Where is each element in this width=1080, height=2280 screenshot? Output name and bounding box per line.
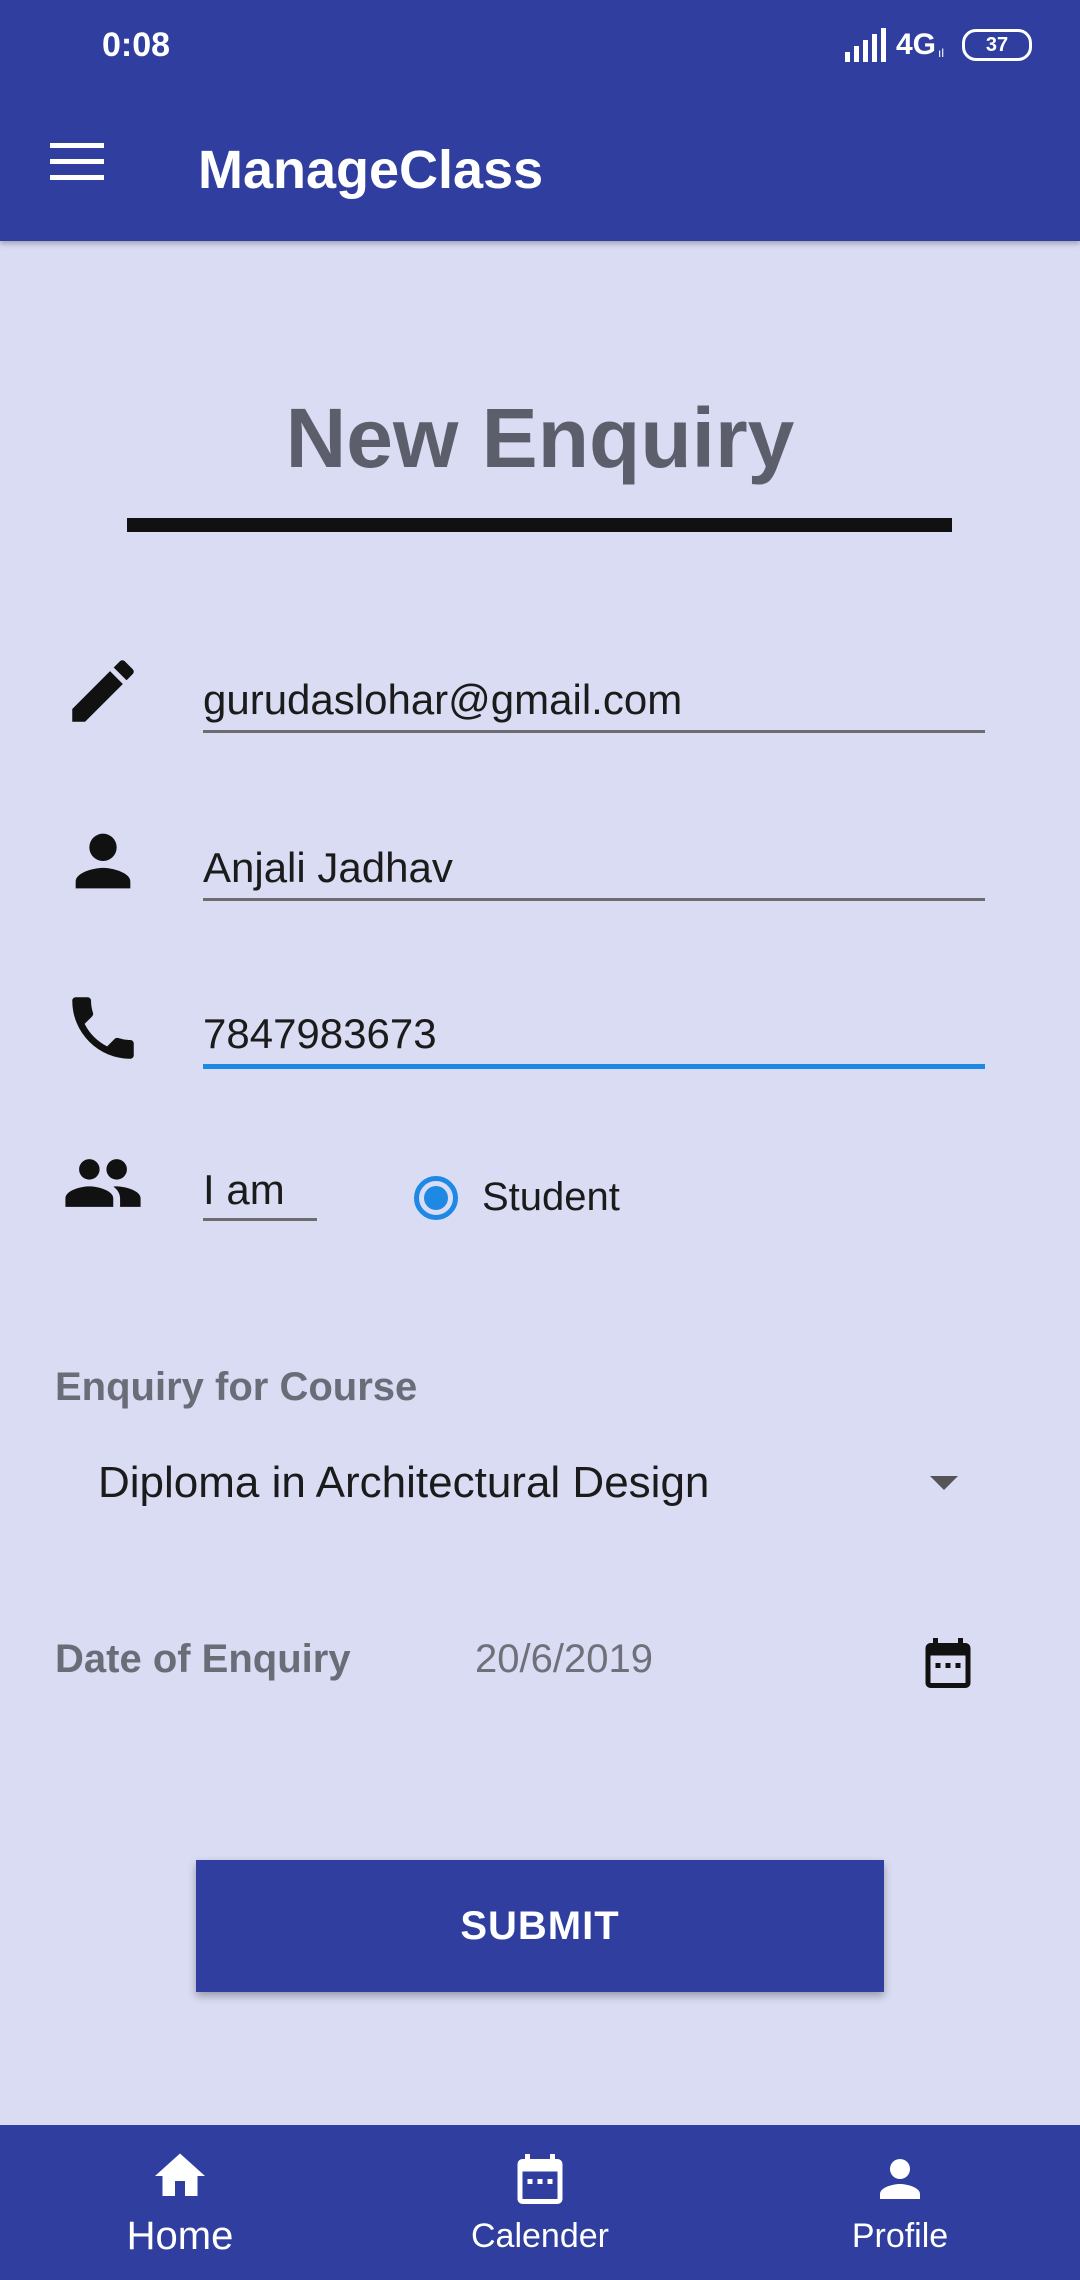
- radio-label: Student: [482, 1175, 620, 1219]
- course-dropdown[interactable]: Diploma in Architectural Design: [98, 1450, 978, 1516]
- email-field[interactable]: [203, 670, 985, 733]
- app-title: ManageClass: [198, 140, 544, 200]
- nav-label-calender: Calender: [471, 2217, 609, 2255]
- course-selected-value: Diploma in Architectural Design: [98, 1458, 710, 1507]
- chevron-down-icon: [930, 1476, 958, 1490]
- nav-label-profile: Profile: [851, 2217, 949, 2255]
- nav-item-profile[interactable]: Profile: [720, 2125, 1080, 2280]
- bottom-navigation: Home Calender Profile: [0, 2125, 1080, 2280]
- page-title: New Enquiry: [285, 391, 795, 485]
- radio-button[interactable]: [414, 1175, 458, 1220]
- status-time: 0:08: [102, 26, 171, 64]
- battery-icon: 37: [962, 29, 1032, 61]
- status-indicators: 4G ıl 37: [844, 28, 1032, 62]
- home-icon: [155, 2153, 205, 2196]
- battery-level: 37: [985, 33, 1009, 56]
- nav-item-calender[interactable]: Calender: [360, 2125, 720, 2280]
- role-field[interactable]: [203, 1162, 317, 1221]
- pencil-icon: [62, 650, 144, 732]
- network-type: 4G: [895, 28, 936, 61]
- app-bar: ManageClass: [0, 95, 1080, 241]
- person-icon: [62, 820, 144, 902]
- phone-icon: [62, 987, 144, 1069]
- people-icon: [62, 1142, 144, 1224]
- date-label: Date of Enquiry: [55, 1637, 351, 1681]
- course-label: Enquiry for Course: [55, 1365, 418, 1409]
- status-bar: 0:08 4G ıl 37: [0, 0, 1080, 95]
- calendar-icon: [517, 2154, 563, 2204]
- name-field[interactable]: [203, 838, 985, 901]
- person-icon: [880, 2159, 920, 2199]
- network-activity: ıl: [938, 46, 944, 60]
- nav-label-home: Home: [126, 2214, 234, 2258]
- hamburger-menu-icon[interactable]: [50, 143, 104, 183]
- phone-field[interactable]: [203, 1004, 985, 1069]
- title-divider: [127, 518, 952, 532]
- calendar-icon[interactable]: [918, 1633, 978, 1693]
- submit-button[interactable]: SUBMIT: [196, 1860, 884, 1992]
- nav-item-home[interactable]: Home: [0, 2125, 360, 2280]
- student-radio-option[interactable]: Student: [414, 1175, 620, 1220]
- signal-icon: [844, 28, 886, 62]
- radio-selected-dot: [424, 1185, 448, 1210]
- date-value[interactable]: 20/6/2019: [475, 1637, 653, 1682]
